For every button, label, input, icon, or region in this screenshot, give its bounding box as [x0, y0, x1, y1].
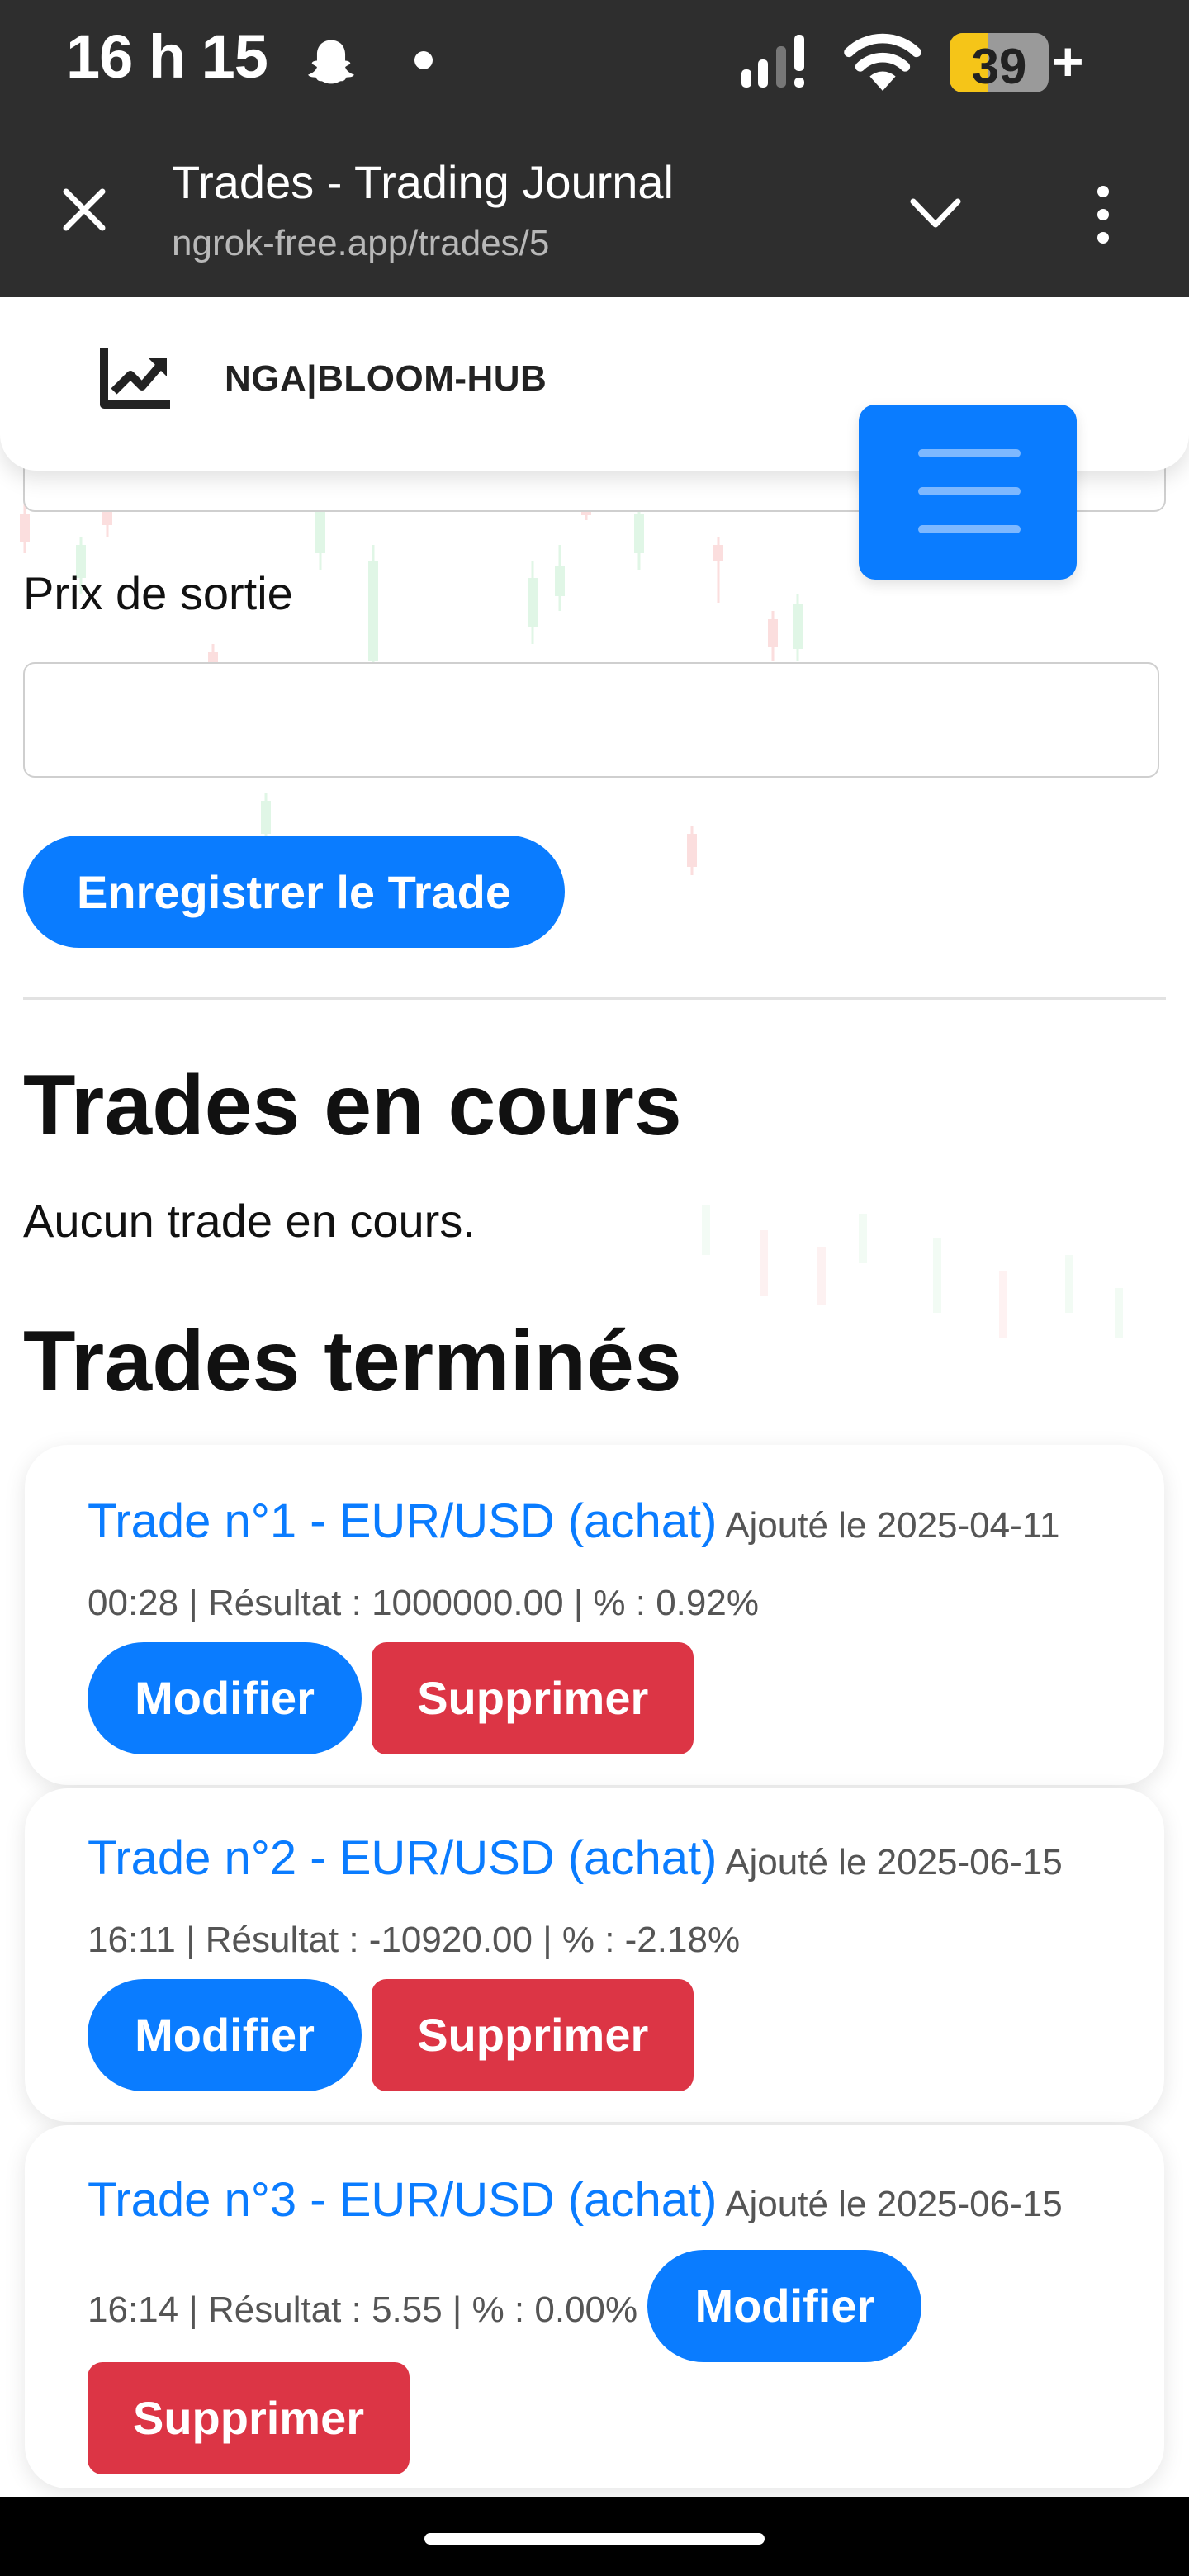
chevron-down-icon[interactable] [907, 188, 964, 238]
delete-trade-button[interactable]: Supprimer [372, 1642, 694, 1754]
home-gesture-handle[interactable] [424, 2533, 765, 2545]
edit-trade-button[interactable]: Modifier [647, 2250, 922, 2362]
page-url[interactable]: ngrok-free.app/trades/5 [172, 223, 549, 264]
trade-title[interactable]: Trade n°3 - EUR/USD (achat) [88, 2173, 717, 2227]
brand-name[interactable]: NGA|BLOOM-HUB [225, 358, 547, 400]
edit-trade-button[interactable]: Modifier [88, 1979, 362, 2091]
battery-indicator: 39 + [950, 31, 1084, 92]
no-current-trade-text: Aucun trade en cours. [23, 1195, 476, 1247]
current-trades-heading: Trades en cours [23, 1058, 682, 1153]
page-content: NGA|BLOOM-HUB Prix de sortie Enregistrer… [0, 297, 1189, 2497]
section-divider [23, 997, 1166, 1000]
finished-trades-heading: Trades terminés [23, 1314, 682, 1409]
system-navigation-bar [0, 2497, 1189, 2576]
status-time: 16 h 15 [66, 22, 268, 91]
menu-toggle-button[interactable] [859, 405, 1077, 580]
exit-price-input[interactable] [23, 662, 1159, 778]
browser-bar: Trades - Trading Journal ngrok-free.app/… [0, 132, 1189, 297]
exit-price-label: Prix de sortie [23, 567, 293, 619]
trade-title[interactable]: Trade n°2 - EUR/USD (achat) [88, 1831, 717, 1885]
trade-card: Trade n°1 - EUR/USD (achat) Ajouté le 20… [25, 1445, 1164, 1785]
page-title: Trades - Trading Journal [172, 156, 674, 208]
close-icon[interactable] [54, 180, 114, 239]
wifi-icon [844, 33, 921, 92]
snapchat-icon [308, 40, 354, 84]
chart-line-icon [100, 348, 170, 409]
delete-trade-button[interactable]: Supprimer [372, 1979, 694, 2091]
trade-title[interactable]: Trade n°1 - EUR/USD (achat) [88, 1494, 717, 1548]
trade-card: Trade n°3 - EUR/USD (achat) Ajouté le 20… [25, 2125, 1164, 2488]
status-bar: 16 h 15 39 + [0, 0, 1189, 132]
battery-level: 39 [971, 39, 1027, 92]
save-trade-button[interactable]: Enregistrer le Trade [23, 836, 565, 948]
more-options-icon[interactable] [1087, 182, 1120, 248]
trade-card: Trade n°2 - EUR/USD (achat) Ajouté le 20… [25, 1788, 1164, 2122]
signal-icon [741, 35, 804, 88]
edit-trade-button[interactable]: Modifier [88, 1642, 362, 1754]
delete-trade-button[interactable]: Supprimer [88, 2362, 410, 2474]
battery-plus: + [1052, 31, 1084, 92]
notification-dot [414, 51, 433, 69]
